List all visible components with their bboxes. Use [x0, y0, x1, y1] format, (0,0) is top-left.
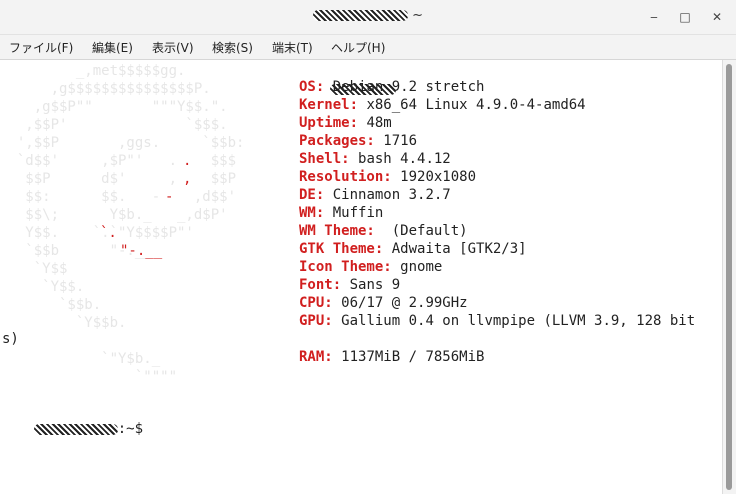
logo-line: `"Y$b._ [0, 351, 161, 367]
prompt-symbol: :~$ [117, 421, 144, 437]
logo-line: `"""" [0, 369, 178, 385]
menu-edit[interactable]: 編集(E) [92, 39, 133, 56]
logo-swirl-mark: "-.__ [120, 243, 163, 259]
info-ram: RAM: 1137MiB / 7856MiB [299, 349, 485, 365]
logo-line: Y$$. `.`"Y$$$$P"' [0, 225, 194, 241]
info-font: Font: Sans 9 [299, 277, 401, 293]
logo-line: $$\; Y$b._ _,d$P' [0, 207, 228, 223]
logo-line: $$: $$. - ,d$$' [0, 189, 237, 205]
info-icon-theme: Icon Theme: gnome [299, 259, 443, 275]
logo-line: `$$b. [0, 297, 102, 313]
info-gpu: GPU: Gallium 0.4 on llvmpipe (LLVM 3.9, … [299, 313, 696, 329]
info-os: OS: Debian 9.2 stretch [299, 79, 485, 95]
info-de: DE: Cinnamon 3.2.7 [299, 187, 451, 203]
menu-file[interactable]: ファイル(F) [9, 39, 73, 56]
scrollbar-thumb[interactable] [726, 64, 732, 490]
terminal-area[interactable]: _,met$$$$$gg. ,g$$$$$$$$$$$$$$$P. ,g$$P"… [0, 60, 722, 494]
logo-swirl-mark: . [183, 153, 192, 169]
logo-line: ,g$$$$$$$$$$$$$$$P. [0, 81, 211, 97]
logo-line: $$P d$' , $$P [0, 171, 237, 187]
minimize-button[interactable]: ‒ [646, 9, 662, 25]
logo-line: `Y$$ [0, 261, 68, 277]
logo-line: _,met$$$$$gg. [0, 63, 186, 79]
gpu-wrap-text: s) [2, 331, 19, 347]
logo-line: ,$$P' `$$$. [0, 117, 228, 133]
shell-prompt: :~$ [0, 402, 143, 437]
redacted-prompt-user [33, 423, 118, 435]
info-wm-theme: WM Theme: (Default) [299, 223, 468, 239]
close-button[interactable]: ✕ [709, 9, 725, 25]
title-suffix: ~ [412, 8, 424, 23]
logo-line: ',$$P ,ggs. `$$b: [0, 135, 245, 151]
menu-search[interactable]: 検索(S) [212, 39, 253, 56]
logo-line: ,g$$P"" """Y$$.". [0, 99, 228, 115]
info-wm: WM: Muffin [299, 205, 384, 221]
logo-swirl-mark: , [183, 171, 192, 187]
logo-line: `Y$$b. [0, 315, 127, 331]
info-uptime: Uptime: 48m [299, 115, 392, 131]
redacted-username [312, 10, 408, 21]
info-shell: Shell: bash 4.4.12 [299, 151, 451, 167]
info-resolution: Resolution: 1920x1080 [299, 169, 477, 185]
menu-view[interactable]: 表示(V) [152, 39, 194, 56]
info-cpu: CPU: 06/17 @ 2.99GHz [299, 295, 468, 311]
maximize-button[interactable]: □ [677, 9, 693, 25]
scrollbar[interactable] [722, 60, 736, 494]
info-gtk-theme: GTK Theme: Adwaita [GTK2/3] [299, 241, 527, 257]
title-bar: ~ ‒ □ ✕ [0, 0, 736, 35]
info-kernel: Kernel: x86_64 Linux 4.9.0-4-amd64 [299, 97, 586, 113]
menu-help[interactable]: ヘルプ(H) [331, 39, 385, 56]
logo-swirl-mark: `. [100, 225, 117, 241]
window-title: ~ [0, 8, 736, 23]
logo-line: `Y$$. [0, 279, 85, 295]
logo-swirl-mark: - [165, 189, 174, 205]
menu-bar: ファイル(F) 編集(E) 表示(V) 検索(S) 端末(T) ヘルプ(H) [0, 35, 736, 60]
info-packages: Packages: 1716 [299, 133, 418, 149]
logo-line: `d$$' ,$P"' . $$$ [0, 153, 237, 169]
menu-terminal[interactable]: 端末(T) [272, 39, 313, 56]
